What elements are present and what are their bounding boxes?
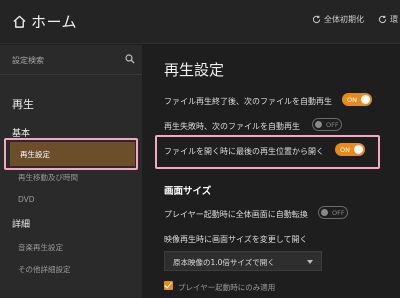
settings-search[interactable]: 設定検索 — [0, 45, 142, 75]
settings-content: 再生設定 ファイル再生終了後、次のファイルを自動再生 ON 再生失敗時、次のファ… — [142, 45, 400, 298]
sidebar-heading-detail: 詳細 — [12, 220, 31, 230]
sidebar-item-dvd[interactable]: DVD — [18, 195, 35, 204]
refresh-icon — [312, 15, 321, 24]
search-icon[interactable] — [125, 54, 135, 64]
auto-play-next-toggle[interactable]: ON — [342, 93, 372, 106]
highlight-box — [4, 138, 138, 170]
top-bar: ホーム 全体初期化 環 — [0, 0, 400, 44]
reset-all-button[interactable]: 全体初期化 — [312, 14, 364, 25]
auto-play-on-fail-toggle[interactable]: OFF — [312, 118, 342, 131]
resize-select[interactable]: 原本映像の1.0倍サイズで開く — [164, 251, 322, 271]
search-input[interactable]: 設定検索 — [12, 55, 44, 66]
startup-only-label: プレイヤー起動時にのみ適用 — [178, 283, 276, 292]
reset-all-label: 全体初期化 — [324, 15, 364, 24]
sidebar: 設定検索 再生 基本 再生設定 再生移動及び時間 DVD 詳細 音楽再生設定 そ… — [0, 45, 142, 298]
chevron-down-icon — [307, 260, 313, 264]
section-screen-size: 画面サイズ — [164, 186, 212, 197]
sidebar-item-music-playback[interactable]: 音楽再生設定 — [18, 242, 63, 253]
environment-button[interactable]: 環 — [378, 14, 398, 25]
home-label: ホーム — [31, 12, 78, 31]
sidebar-item-other-detail[interactable]: その他詳細設定 — [18, 264, 71, 275]
toggle-state: OFF — [332, 208, 345, 217]
auto-play-on-fail-label: 再生失敗時、次のファイルを自動再生 — [164, 122, 300, 131]
environment-label: 環 — [390, 15, 398, 24]
auto-fullscreen-label: プレイヤー起動時に全体画面に自動転換 — [164, 210, 308, 219]
auto-fullscreen-toggle[interactable]: OFF — [318, 206, 348, 219]
page-title: 再生設定 — [164, 61, 225, 79]
toggle-state: OFF — [326, 120, 339, 129]
home-icon — [13, 15, 26, 28]
home-button[interactable]: ホーム — [12, 10, 77, 32]
resize-on-play-label: 映像再生時に画面サイズを変更して開く — [164, 235, 308, 244]
refresh-icon — [378, 15, 387, 24]
auto-play-next-label: ファイル再生終了後、次のファイルを自動再生 — [164, 97, 332, 106]
startup-only-checkbox[interactable] — [164, 281, 173, 290]
sidebar-item-seek-time[interactable]: 再生移動及び時間 — [18, 172, 78, 183]
highlight-box — [155, 135, 380, 169]
resize-select-value: 原本映像の1.0倍サイズで開く — [173, 258, 275, 267]
toggle-state: ON — [347, 95, 357, 104]
sidebar-category: 再生 — [12, 98, 34, 111]
